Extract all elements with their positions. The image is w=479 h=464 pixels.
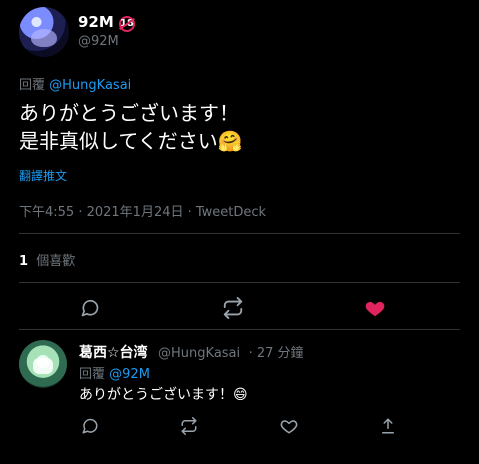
reply-author-handle[interactable]: @HungKasai bbox=[158, 346, 240, 361]
reply-time[interactable]: · 27 分鐘 bbox=[249, 346, 304, 361]
tweet-actions bbox=[79, 297, 386, 319]
share-icon[interactable] bbox=[377, 415, 399, 437]
reply-avatar[interactable] bbox=[19, 340, 67, 388]
reply-context: 回覆 @92M bbox=[79, 363, 150, 382]
reply-prefix: 回覆 bbox=[19, 78, 46, 93]
reply-author-name[interactable]: 葛西☆台湾 bbox=[79, 345, 148, 361]
likes-row[interactable]: 1 個喜歡 bbox=[19, 250, 75, 269]
author-handle[interactable]: @92M bbox=[78, 34, 119, 49]
reply-prefix: 回覆 bbox=[79, 367, 106, 382]
author-name[interactable]: 92M bbox=[78, 13, 114, 31]
retweet-icon[interactable] bbox=[178, 415, 200, 437]
reply-context: 回覆 @HungKasai bbox=[19, 74, 131, 93]
reply-text: ありがとうございます！😄 bbox=[79, 387, 248, 403]
timestamp[interactable]: 下午4:55 · 2021年1月24日 · TweetDeck bbox=[19, 201, 266, 220]
avatar[interactable] bbox=[19, 7, 69, 57]
heart-icon[interactable] bbox=[278, 415, 300, 437]
likes-count: 1 bbox=[19, 254, 29, 269]
tweet-text-line1: ありがとうございます！ bbox=[19, 101, 239, 125]
heart-icon[interactable] bbox=[364, 297, 386, 319]
reply-actions bbox=[79, 415, 399, 437]
reply-to-link[interactable]: @92M bbox=[109, 367, 150, 382]
reply-icon[interactable] bbox=[79, 297, 101, 319]
divider bbox=[19, 233, 460, 234]
reply-header[interactable]: 葛西☆台湾 @HungKasai · 27 分鐘 bbox=[79, 342, 304, 362]
tweet-text-line2: 是非真似してください🤗 bbox=[19, 129, 243, 153]
translate-link[interactable]: 翻譯推文 bbox=[19, 167, 67, 184]
divider bbox=[19, 282, 460, 283]
author-name-row[interactable]: 92M 18 bbox=[78, 12, 135, 33]
reply-to-link[interactable]: @HungKasai bbox=[49, 78, 131, 93]
age-18-badge-icon: 18 bbox=[118, 15, 135, 32]
retweet-icon[interactable] bbox=[222, 297, 244, 319]
divider bbox=[19, 329, 460, 330]
likes-label: 個喜歡 bbox=[36, 254, 76, 269]
tweet-text: ありがとうございます！ 是非真似してください🤗 bbox=[19, 99, 459, 155]
reply-icon[interactable] bbox=[79, 415, 101, 437]
